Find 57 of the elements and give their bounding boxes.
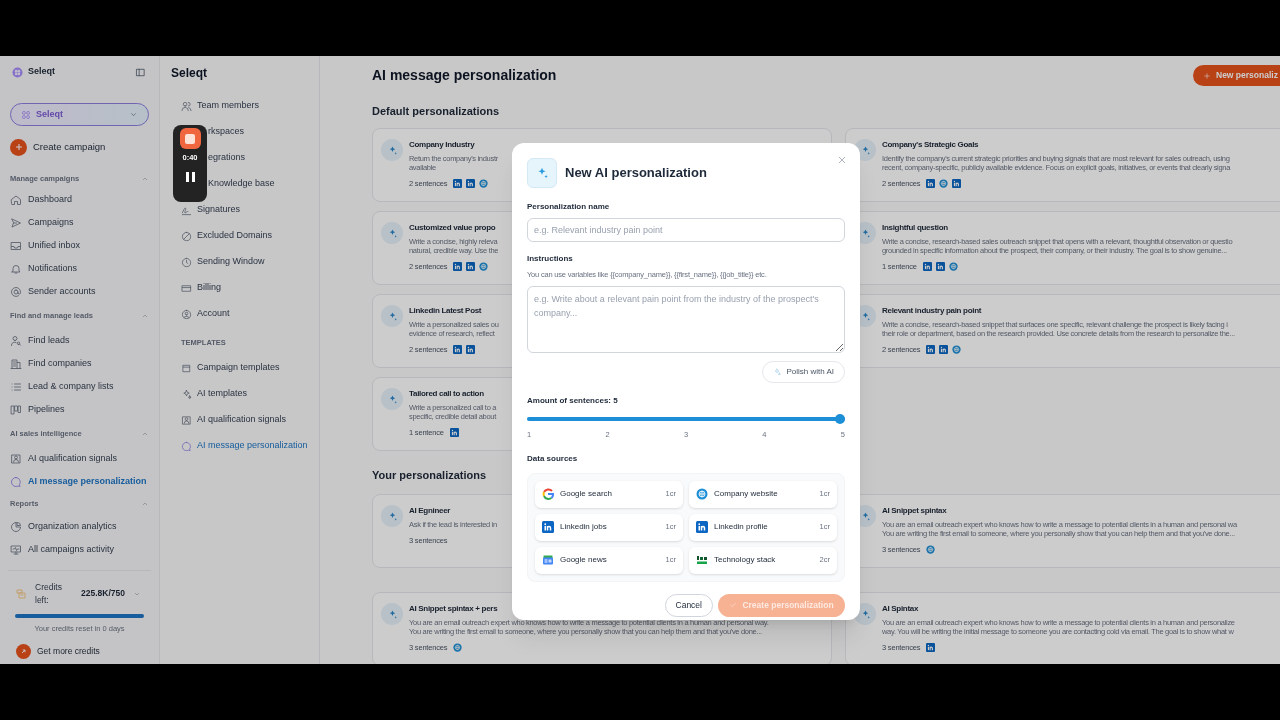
name-input-field[interactable]: e.g. Relevant industry pain point — [527, 218, 845, 242]
card-title: AI Egnineer — [409, 505, 451, 517]
credits-label: Credits left: — [35, 580, 63, 607]
card-title: AI Spintax — [882, 603, 919, 615]
nav-item[interactable]: Team members — [160, 93, 259, 119]
nav-item[interactable]: Billing — [160, 275, 221, 301]
cancel-button[interactable]: Cancel — [664, 593, 713, 617]
card-title: Company's Strategic Goals — [882, 139, 979, 151]
nav-item[interactable]: Notifications — [0, 257, 159, 280]
card-title: AI Snippet spintax — [882, 505, 947, 517]
card-title: Customized value propo — [409, 222, 496, 234]
page-title: AI message personalization — [372, 66, 557, 84]
new-personalization-button[interactable]: New personaliz — [1193, 65, 1280, 86]
nav-item[interactable]: Pipelines — [0, 398, 159, 421]
get-more-credits-link[interactable]: Get more credits — [8, 641, 151, 661]
section-label: Data sources — [527, 452, 579, 465]
brand-name: Seleqt — [28, 65, 55, 79]
nav-item[interactable]: Sending Window — [160, 249, 265, 275]
panel-title: Seleqt — [170, 65, 208, 82]
section-heading: Your personalizations — [372, 468, 488, 483]
nav-item[interactable]: Campaigns — [0, 211, 159, 234]
nav-item[interactable]: All campaigns activity — [0, 538, 159, 561]
nav-item[interactable]: Sender accounts — [0, 280, 159, 303]
nav-item[interactable]: Unified inbox — [0, 234, 159, 257]
field-label: Personalization name — [527, 201, 611, 213]
card-title: Relevant industry pain point — [882, 305, 982, 317]
nav-item[interactable]: AI templates — [160, 381, 319, 407]
card-title: Tailored call to action — [409, 388, 484, 400]
nav-item[interactable]: AI qualification signals — [0, 447, 159, 470]
nav-item[interactable]: Campaign templates — [160, 355, 319, 381]
card-title: AI Snippet spintax + pers — [409, 603, 498, 615]
instructions-text-area[interactable]: e.g. Write about a relevant pain point from the industry of the prospect's company... — [527, 286, 845, 354]
modal-title: New AI personalization — [565, 164, 707, 183]
nav-item[interactable]: Knowledge base — [208, 171, 275, 197]
workspace-selector[interactable]: Seleqt — [10, 103, 149, 126]
nav-item[interactable]: Find companies — [0, 352, 159, 375]
nav-item[interactable]: Lead & company lists — [0, 375, 159, 398]
nav-item[interactable]: AI message personalization — [0, 470, 159, 493]
nav-item[interactable]: Dashboard — [0, 188, 159, 211]
nav-item[interactable]: AI qualification signals — [160, 407, 319, 433]
credits-value: 225.8K/750 — [81, 587, 125, 601]
nav-item[interactable]: Find leads — [0, 329, 159, 352]
nav-item[interactable]: Organization analytics — [0, 515, 159, 538]
polish-with-ai-button[interactable]: Polish with AI — [762, 361, 845, 384]
nav-item[interactable]: rkspaces — [208, 119, 244, 145]
nav-item[interactable]: egrations — [208, 145, 246, 171]
card-title: Company Industry — [409, 139, 475, 151]
card-title: Insightful question — [882, 222, 948, 234]
nav-item[interactable]: Excluded Domains — [160, 223, 273, 249]
section-heading: Default personalizations — [372, 104, 501, 119]
nav-item[interactable]: Account — [160, 301, 230, 327]
nav-item[interactable]: AI message personalization — [160, 433, 319, 459]
field-label: Instructions — [527, 253, 574, 265]
nav-item[interactable]: Signatures — [160, 197, 241, 223]
create-campaign-button[interactable]: Create campaign — [10, 136, 149, 158]
slider-label: Amount of sentences: 5 — [527, 395, 619, 408]
card-title: Linkedin Latest Post — [409, 305, 482, 317]
